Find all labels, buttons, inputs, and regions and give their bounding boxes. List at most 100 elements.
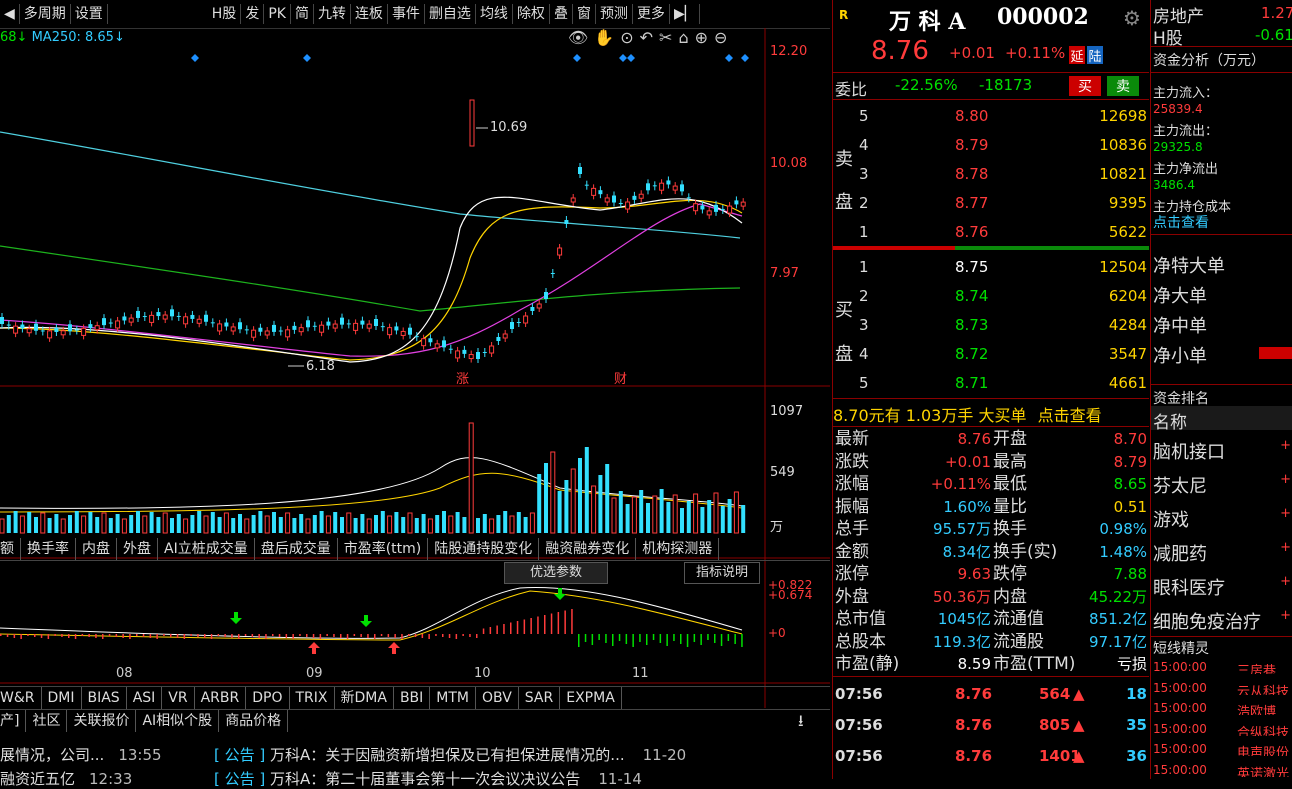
- toolbar-item[interactable]: 叠: [550, 4, 573, 24]
- sell-level-row[interactable]: 4 8.79 10836: [833, 131, 1149, 160]
- sell-level-row[interactable]: 1 8.76 5622: [833, 218, 1149, 247]
- delay-badge: 延: [1069, 46, 1085, 65]
- toolbar-item[interactable]: PK: [264, 4, 291, 24]
- tab-bottom[interactable]: EXPMA: [560, 687, 622, 709]
- tab-news[interactable]: 产]: [0, 710, 27, 732]
- news-item[interactable]: 展情况，公司... 13:55: [0, 744, 162, 765]
- sidebar-toggle-icon[interactable]: ▶▏: [670, 4, 701, 24]
- buy-level-row[interactable]: 2 8.74 6204: [833, 282, 1149, 311]
- tab-bottom[interactable]: DMI: [42, 687, 82, 709]
- tab-news[interactable]: AI相似个股: [136, 710, 220, 732]
- indicator-help-button[interactable]: 指标说明: [684, 562, 760, 584]
- weibi-diff: -18173: [979, 76, 1033, 94]
- short-item[interactable]: 15:00:00 电声股份: [1153, 742, 1292, 756]
- tab-indicator[interactable]: 换手率: [21, 538, 76, 560]
- tab-indicator[interactable]: 陆股通持股变化: [428, 538, 540, 560]
- toolbar-item[interactable]: 更多: [633, 4, 670, 24]
- tab-bottom[interactable]: ASI: [127, 687, 163, 709]
- h-share-pct: -0.61: [1255, 26, 1292, 44]
- stat-row: 市盈(静) 8.59 市盈(TTM) 亏损: [835, 654, 1147, 674]
- buy-level-row[interactable]: 4 8.72 3547: [833, 340, 1149, 369]
- weibi-pct: -22.56%: [895, 76, 958, 94]
- tab-bottom[interactable]: OBV: [476, 687, 519, 709]
- tab-bottom[interactable]: DPO: [246, 687, 290, 709]
- tab-bottom[interactable]: VR: [162, 687, 195, 709]
- download-icon[interactable]: ⭳: [798, 710, 804, 737]
- sell-button[interactable]: 卖: [1107, 76, 1139, 96]
- stat-row: 振幅 1.60% 量比 0.51: [835, 496, 1147, 517]
- toolbar-item[interactable]: 简: [291, 4, 314, 24]
- vol-unit: 万: [770, 520, 784, 535]
- settings-button[interactable]: 设置: [71, 4, 108, 24]
- toolbar-item[interactable]: 九转: [314, 4, 351, 24]
- news-item[interactable]: [ 公告 ] 万科A：关于因融资新增担保及已有担保进展情况的... 11-20: [214, 744, 686, 765]
- toolbar-item[interactable]: 事件: [388, 4, 425, 24]
- tab-bottom[interactable]: TRIX: [290, 687, 335, 709]
- price-axis-label: 10.08: [770, 156, 808, 171]
- short-item[interactable]: 15:00:00 浩欧博: [1153, 701, 1292, 715]
- tab-indicator[interactable]: 内盘: [76, 538, 117, 560]
- short-item[interactable]: 15:00:00 英诺激光: [1153, 763, 1292, 777]
- tab-news[interactable]: 社区: [26, 710, 68, 732]
- chart-mark-cai: 财: [614, 372, 628, 387]
- gear-icon[interactable]: ⚙: [1123, 6, 1141, 30]
- stock-code: 000002: [997, 4, 1089, 30]
- tab-bottom[interactable]: BIAS: [82, 687, 127, 709]
- news-tabs: 产] 社区 关联报价 AI相似个股 商品价格: [0, 710, 830, 732]
- back-arrow-icon[interactable]: ◀: [0, 4, 20, 24]
- tab-indicator[interactable]: 机构探测器: [636, 538, 720, 560]
- short-item[interactable]: 15:00:00 合纵科技: [1153, 722, 1292, 736]
- fund-cost-link[interactable]: 点击查看: [1153, 212, 1209, 232]
- toolbar-item[interactable]: 除权: [513, 4, 550, 24]
- toolbar-item[interactable]: H股: [208, 4, 242, 24]
- rank-header: 名称: [1153, 413, 1187, 433]
- rank-item[interactable]: 芬太尼 +: [1153, 472, 1291, 498]
- tab-indicator[interactable]: 融资融券变化: [539, 538, 637, 560]
- short-item[interactable]: 15:00:00 云从科技: [1153, 681, 1292, 695]
- toolbar-item[interactable]: 发: [241, 4, 265, 24]
- rank-item[interactable]: 游戏 +: [1153, 506, 1291, 532]
- short-item[interactable]: 15:00:00 三房巷: [1153, 660, 1292, 674]
- sector-pct: 1.27: [1261, 4, 1292, 22]
- toolbar-item[interactable]: 均线: [476, 4, 513, 24]
- sell-level-row[interactable]: 2 8.77 9395: [833, 189, 1149, 218]
- toolbar-item[interactable]: 删自选: [425, 4, 476, 24]
- month-label: 08: [116, 666, 133, 681]
- rank-item[interactable]: 脑机接口 +: [1153, 438, 1291, 464]
- tab-indicator[interactable]: 市盈率(ttm): [338, 538, 429, 560]
- buy-level-row[interactable]: 1 8.75 12504: [833, 253, 1149, 282]
- tab-news[interactable]: 关联报价: [67, 710, 137, 732]
- tab-bottom[interactable]: 新DMA: [335, 687, 394, 709]
- tab-news[interactable]: 商品价格: [219, 710, 289, 732]
- rank-item[interactable]: 细胞免疫治疗 +: [1153, 608, 1291, 634]
- buy-button[interactable]: 买: [1069, 76, 1101, 96]
- fund-net-label: 主力净流出: [1153, 162, 1219, 177]
- rank-title: 资金排名: [1153, 391, 1209, 407]
- tab-bottom[interactable]: BBI: [394, 687, 431, 709]
- tab-indicator[interactable]: AI立桩成交量: [158, 538, 255, 560]
- rank-item[interactable]: 减肥药 +: [1153, 540, 1291, 566]
- annot-low: 6.18: [306, 359, 335, 374]
- sell-level-row[interactable]: 5 8.80 12698: [833, 102, 1149, 131]
- tab-bottom[interactable]: W&R: [0, 687, 42, 709]
- current-price: 8.76: [871, 36, 929, 66]
- tab-bottom[interactable]: MTM: [430, 687, 476, 709]
- toolbar-item[interactable]: 连板: [351, 4, 388, 24]
- toolbar-item[interactable]: 预测: [596, 4, 633, 24]
- tab-bottom[interactable]: ARBR: [195, 687, 247, 709]
- optimize-params-button[interactable]: 优选参数: [504, 562, 608, 584]
- toolbar-item[interactable]: 窗: [573, 4, 596, 24]
- buy-level-row[interactable]: 5 8.71 4661: [833, 369, 1149, 398]
- buy-level-row[interactable]: 3 8.73 4284: [833, 311, 1149, 340]
- multi-period-button[interactable]: 多周期: [20, 4, 71, 24]
- tab-indicator[interactable]: 额: [0, 538, 21, 560]
- sell-level-row[interactable]: 3 8.78 10821: [833, 160, 1149, 189]
- big-order-link[interactable]: 点击查看: [1038, 406, 1102, 425]
- fund-in-label: 主力流入：: [1153, 86, 1219, 101]
- macd-axis-label: +0.674: [768, 588, 813, 602]
- big-order-bar[interactable]: 8.70元有 1.03万手 大买单 点击查看: [833, 402, 1102, 426]
- tab-indicator[interactable]: 盘后成交量: [255, 538, 338, 560]
- tab-indicator[interactable]: 外盘: [117, 538, 158, 560]
- rank-item[interactable]: 眼科医疗 +: [1153, 574, 1291, 600]
- tab-bottom[interactable]: SAR: [519, 687, 561, 709]
